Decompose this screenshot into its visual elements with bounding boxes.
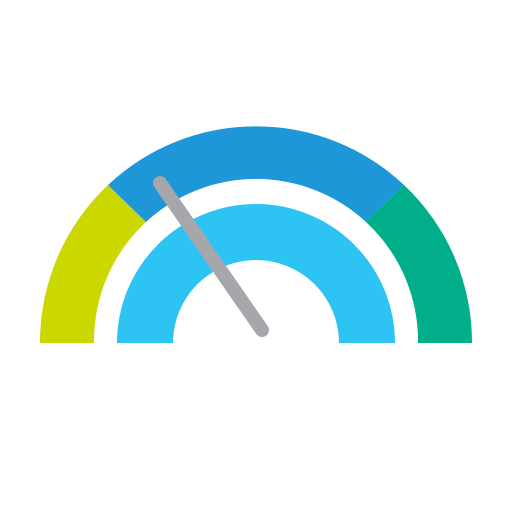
app-icon-canvas <box>0 0 512 512</box>
speedometer-gauge-icon <box>39 126 473 343</box>
